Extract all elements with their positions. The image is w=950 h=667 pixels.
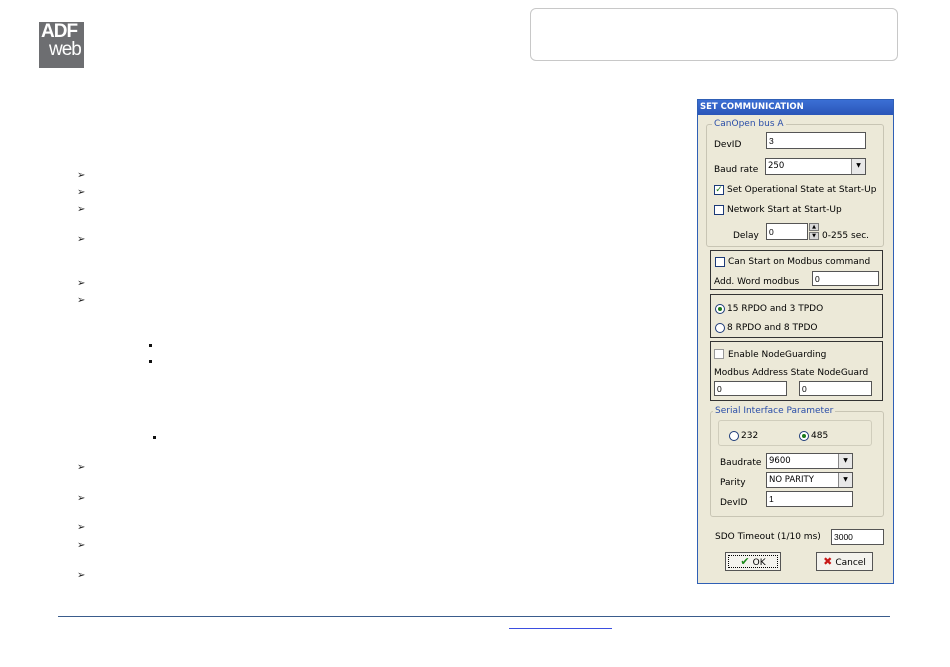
spin-up-icon[interactable]: ▲ (809, 223, 819, 231)
baudrate-select[interactable]: 9600 ▼ (766, 453, 853, 469)
logo-text-bottom: web (49, 39, 82, 60)
dialog-title: SET COMMUNICATION (698, 100, 893, 115)
arrow-bullet-icon: ➢ (77, 540, 86, 551)
delay-input[interactable] (766, 223, 808, 240)
enable-nodeguard-checkbox[interactable] (714, 349, 724, 359)
add-word-label: Add. Word modbus (714, 277, 800, 287)
pdo-option-8-radio[interactable] (715, 323, 725, 333)
square-bullet-icon (149, 360, 152, 363)
network-start-checkbox[interactable] (714, 205, 724, 215)
set-operational-label: Set Operational State at Start-Up (727, 185, 877, 195)
delay-label: Delay (733, 231, 759, 241)
spin-down-icon[interactable]: ▼ (809, 232, 819, 240)
arrow-bullet-icon: ➢ (77, 462, 86, 473)
serial-485-label: 485 (811, 431, 829, 441)
baud-rate-label: Baud rate (714, 165, 759, 175)
serial-devid-label: DevID (720, 498, 748, 508)
serial-485-radio[interactable] (799, 431, 809, 441)
add-word-input[interactable] (812, 271, 879, 286)
nodeguard-address-label: Modbus Address State NodeGuard (714, 368, 869, 378)
parity-label: Parity (720, 478, 746, 488)
chevron-down-icon[interactable]: ▼ (838, 454, 852, 468)
canopen-legend: CanOpen bus A (712, 119, 786, 129)
baud-rate-select[interactable]: 250 ▼ (765, 158, 866, 175)
can-start-modbus-checkbox[interactable] (715, 257, 725, 267)
square-bullet-icon (153, 436, 156, 439)
nodeguard-address-input-1[interactable] (714, 381, 787, 396)
close-icon: ✖ (823, 555, 833, 568)
focus-outline (728, 555, 778, 568)
sdo-timeout-input[interactable] (831, 529, 884, 545)
serial-devid-input[interactable] (766, 491, 853, 507)
chevron-down-icon[interactable]: ▼ (851, 159, 865, 174)
arrow-bullet-icon: ➢ (77, 493, 86, 504)
baudrate-value: 9600 (769, 456, 791, 466)
arrow-bullet-icon: ➢ (77, 522, 86, 533)
header-box (530, 8, 898, 61)
serial-232-label: 232 (741, 431, 759, 441)
set-operational-checkbox[interactable]: ✓ (714, 185, 724, 195)
pdo-option-15-radio[interactable] (715, 304, 725, 314)
delay-spinner[interactable]: ▲ ▼ (809, 223, 819, 240)
cancel-button[interactable]: ✖ Cancel (816, 552, 873, 571)
arrow-bullet-icon: ➢ (77, 278, 86, 289)
pdo-option-15-label: 15 RPDO and 3 TPDO (727, 304, 824, 314)
parity-value: NO PARITY (769, 475, 814, 485)
nodeguard-address-input-2[interactable] (799, 381, 872, 396)
ok-button[interactable]: ✔ OK (725, 552, 781, 571)
delay-unit: 0-255 sec. (822, 231, 870, 241)
devid-input[interactable] (766, 132, 866, 149)
arrow-bullet-icon: ➢ (77, 234, 86, 245)
arrow-bullet-icon: ➢ (77, 170, 86, 181)
footer-divider (58, 616, 890, 617)
arrow-bullet-icon: ➢ (77, 204, 86, 215)
chevron-down-icon[interactable]: ▼ (838, 473, 852, 487)
serial-legend: Serial Interface Parameter (713, 406, 836, 416)
network-start-label: Network Start at Start-Up (727, 205, 842, 215)
arrow-bullet-icon: ➢ (77, 570, 86, 581)
sdo-timeout-label: SDO Timeout (1/10 ms) (715, 532, 821, 542)
set-communication-dialog: SET COMMUNICATION CanOpen bus A DevID Ba… (697, 99, 894, 584)
parity-select[interactable]: NO PARITY ▼ (766, 472, 853, 488)
arrow-bullet-icon: ➢ (77, 295, 86, 306)
arrow-bullet-icon: ➢ (77, 187, 86, 198)
square-bullet-icon (149, 344, 152, 347)
footer-link[interactable] (509, 628, 612, 629)
baudrate-label: Baudrate (720, 458, 762, 468)
baud-rate-value: 250 (768, 161, 785, 171)
enable-nodeguard-label: Enable NodeGuarding (728, 350, 827, 360)
cancel-label: Cancel (835, 558, 866, 568)
devid-label: DevID (714, 140, 742, 150)
adfweb-logo: ADF web (39, 22, 84, 68)
can-start-modbus-label: Can Start on Modbus command (728, 257, 871, 267)
serial-232-radio[interactable] (729, 431, 739, 441)
pdo-option-8-label: 8 RPDO and 8 TPDO (727, 323, 818, 333)
